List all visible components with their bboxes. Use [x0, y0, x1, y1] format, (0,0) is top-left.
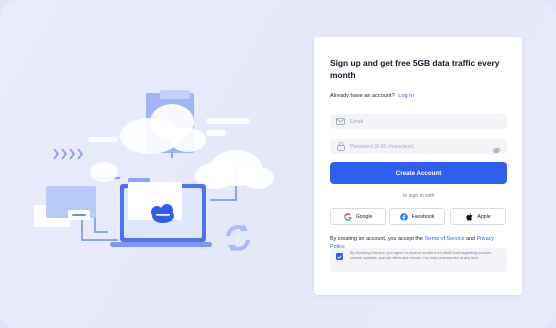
mail-icon: [336, 117, 345, 126]
create-account-button[interactable]: Create Account: [330, 162, 507, 184]
consent-text: By checking this box, you agree to recei…: [350, 251, 492, 261]
signup-card: Sign up and get free 5GB data traffic ev…: [314, 37, 522, 295]
terms-prefix: By creating an account, you accept the: [330, 236, 423, 242]
or-sign-in-with: or sign in with: [402, 193, 435, 199]
login-link[interactable]: Log In: [398, 93, 414, 99]
facebook-button[interactable]: Facebook: [389, 208, 445, 225]
page-background: Sign up and get free 5GB data traffic ev…: [0, 0, 556, 328]
facebook-icon: [399, 212, 408, 221]
signup-title: Sign up and get free 5GB data traffic ev…: [330, 58, 500, 80]
lock-icon: [336, 142, 345, 151]
terms-and: and: [465, 236, 475, 242]
eye-off-icon[interactable]: [492, 142, 501, 154]
google-icon: [343, 212, 352, 221]
facebook-label: Facebook: [411, 213, 435, 220]
apple-label: Apple: [477, 213, 491, 220]
already-have-account: Already have an account? Log In: [330, 93, 414, 99]
terms-of-service-link[interactable]: Terms of Service: [424, 236, 464, 242]
apple-icon: [465, 212, 473, 221]
google-label: Google: [355, 213, 373, 220]
arrows-icon: [53, 148, 84, 160]
multcloud-logo-icon: [151, 204, 174, 223]
email-field[interactable]: [330, 114, 507, 129]
consent-box: By checking this box, you agree to recei…: [330, 248, 507, 272]
password-field[interactable]: [330, 139, 507, 154]
apple-button[interactable]: Apple: [450, 208, 506, 225]
email-input[interactable]: [350, 118, 485, 125]
check-icon: [337, 254, 342, 259]
password-input[interactable]: [350, 143, 485, 150]
cloud-sync-illustration: [34, 90, 274, 252]
consent-checkbox[interactable]: [336, 253, 343, 260]
already-text: Already have an account?: [330, 93, 395, 99]
google-button[interactable]: Google: [330, 208, 386, 225]
